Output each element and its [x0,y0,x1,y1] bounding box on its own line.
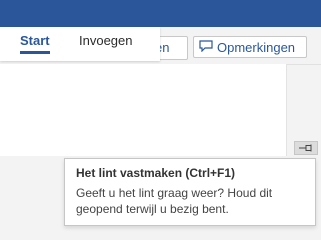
pin-ribbon-tooltip: Het lint vastmaken (Ctrl+F1) Geeft u het… [64,158,316,226]
tab-insert[interactable]: Invoegen [79,33,133,55]
active-tab-indicator [20,51,50,54]
ribbon-content-area [0,64,287,156]
tab-start[interactable]: Start [20,33,50,55]
comments-button[interactable]: Opmerkingen [193,36,307,58]
ribbon-tabs: Start Invoegen [0,27,160,61]
speech-bubble-icon [199,39,213,55]
tooltip-body: Geeft u het lint graag weer? Houd dit ge… [76,186,273,216]
tooltip-title: Het lint vastmaken (Ctrl+F1) [76,166,236,180]
tab-start-label: Start [20,33,50,48]
comments-button-label: Opmerkingen [217,39,296,55]
title-bar [0,0,321,27]
pin-ribbon-button[interactable] [294,141,318,155]
tab-insert-label: Invoegen [79,33,133,48]
pin-icon [298,139,314,157]
